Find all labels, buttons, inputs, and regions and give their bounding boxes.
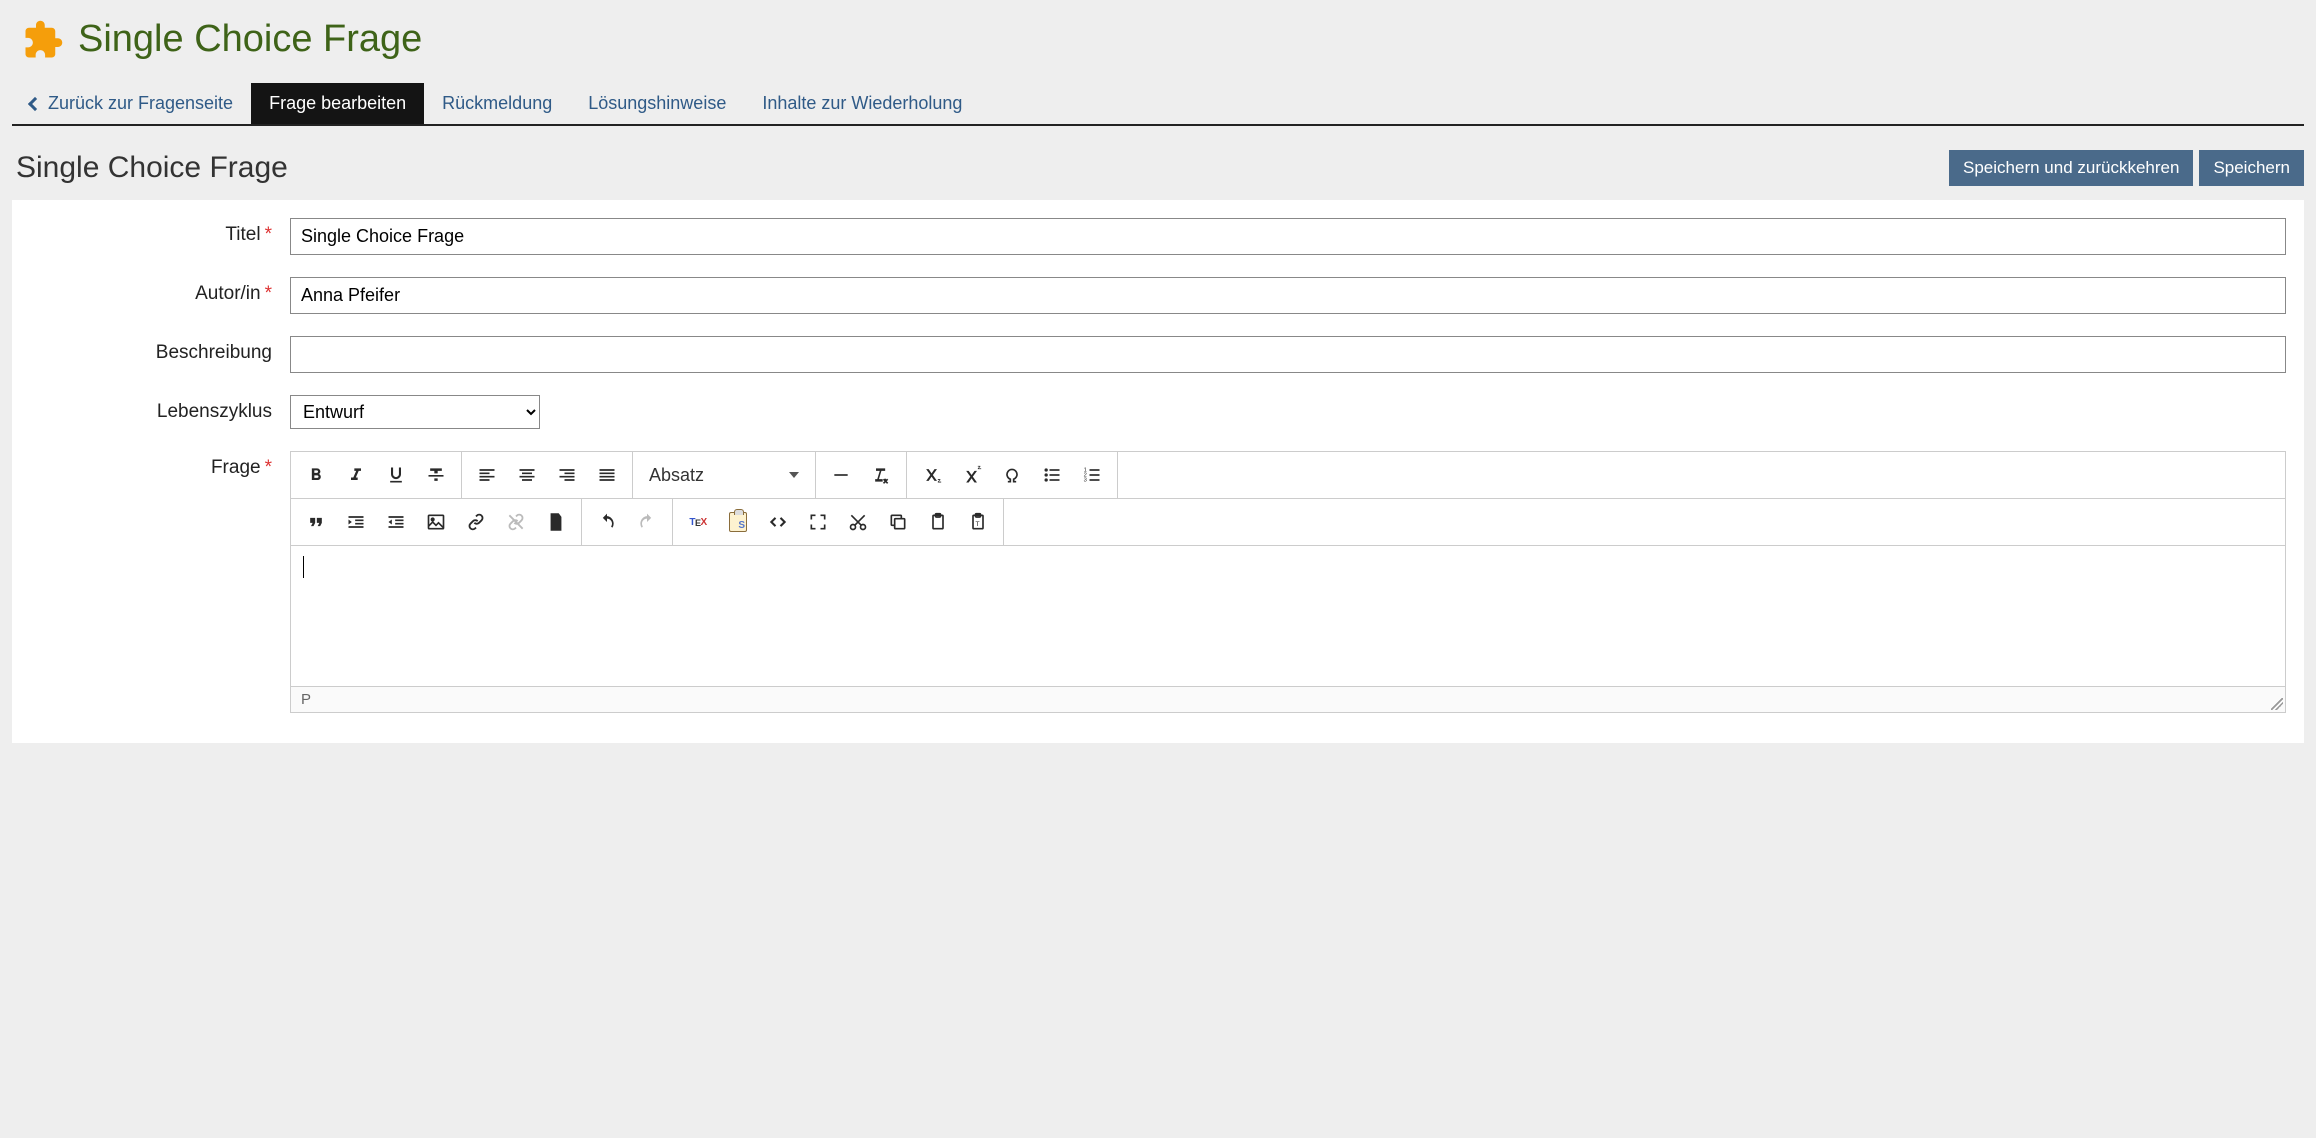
tab-bar: Zurück zur Fragenseite Frage bearbeiten …: [12, 83, 2304, 126]
description-input[interactable]: [290, 336, 2286, 373]
outdent-button[interactable]: [377, 503, 415, 541]
cut-button[interactable]: [839, 503, 877, 541]
clear-format-button[interactable]: [862, 456, 900, 494]
author-input[interactable]: [290, 277, 2286, 314]
strikethrough-button[interactable]: [417, 456, 455, 494]
anchor-button[interactable]: [537, 503, 575, 541]
lifecycle-select[interactable]: Entwurf: [290, 395, 540, 429]
text-cursor: [303, 556, 304, 578]
svg-text:3: 3: [1084, 478, 1087, 484]
subscript-button[interactable]: [913, 456, 951, 494]
tab-recap[interactable]: Inhalte zur Wiederholung: [744, 83, 980, 124]
label-question: Frage*: [30, 451, 290, 479]
tab-back[interactable]: Zurück zur Fragenseite: [12, 83, 251, 124]
paste-text-button[interactable]: T: [959, 503, 997, 541]
link-button[interactable]: [457, 503, 495, 541]
horizontal-rule-button[interactable]: [822, 456, 860, 494]
editor-content[interactable]: [291, 546, 2285, 686]
tab-recap-label: Inhalte zur Wiederholung: [762, 93, 962, 114]
save-button[interactable]: Speichern: [2199, 150, 2304, 186]
special-char-button[interactable]: [993, 456, 1031, 494]
paste-word-button[interactable]: S: [719, 503, 757, 541]
align-center-button[interactable]: [508, 456, 546, 494]
latex-button[interactable]: TEX: [679, 503, 717, 541]
blockquote-button[interactable]: [297, 503, 335, 541]
align-left-button[interactable]: [468, 456, 506, 494]
unlink-button[interactable]: [497, 503, 535, 541]
editor-path[interactable]: P: [301, 691, 311, 708]
label-description: Beschreibung: [30, 336, 290, 364]
chevron-down-icon: [789, 472, 799, 478]
save-return-button[interactable]: Speichern und zurückkehren: [1949, 150, 2193, 186]
puzzle-icon: [22, 19, 64, 61]
format-select-label: Absatz: [649, 465, 704, 486]
rich-text-editor: Absatz 123: [290, 451, 2286, 713]
label-author: Autor/in*: [30, 277, 290, 305]
form-title: Single Choice Frage: [16, 151, 288, 185]
paste-button[interactable]: [919, 503, 957, 541]
chevron-left-icon: [28, 96, 42, 110]
numbered-list-button[interactable]: 123: [1073, 456, 1111, 494]
tab-edit[interactable]: Frage bearbeiten: [251, 83, 424, 124]
svg-text:T: T: [976, 521, 980, 528]
tab-hints-label: Lösungshinweise: [588, 93, 726, 114]
bold-button[interactable]: [297, 456, 335, 494]
title-input[interactable]: [290, 218, 2286, 255]
image-button[interactable]: [417, 503, 455, 541]
source-code-button[interactable]: [759, 503, 797, 541]
superscript-button[interactable]: [953, 456, 991, 494]
format-select[interactable]: Absatz: [639, 465, 809, 486]
underline-button[interactable]: [377, 456, 415, 494]
italic-button[interactable]: [337, 456, 375, 494]
redo-button[interactable]: [628, 503, 666, 541]
tab-feedback-label: Rückmeldung: [442, 93, 552, 114]
align-justify-button[interactable]: [588, 456, 626, 494]
tab-hints[interactable]: Lösungshinweise: [570, 83, 744, 124]
align-right-button[interactable]: [548, 456, 586, 494]
label-title: Titel*: [30, 218, 290, 246]
tab-edit-label: Frage bearbeiten: [269, 93, 406, 114]
undo-button[interactable]: [588, 503, 626, 541]
fullscreen-button[interactable]: [799, 503, 837, 541]
resize-handle[interactable]: [2269, 696, 2283, 710]
tab-back-label: Zurück zur Fragenseite: [48, 93, 233, 114]
tab-feedback[interactable]: Rückmeldung: [424, 83, 570, 124]
indent-button[interactable]: [337, 503, 375, 541]
copy-button[interactable]: [879, 503, 917, 541]
label-lifecycle: Lebenszyklus: [30, 395, 290, 423]
bullet-list-button[interactable]: [1033, 456, 1071, 494]
page-title: Single Choice Frage: [78, 18, 422, 61]
